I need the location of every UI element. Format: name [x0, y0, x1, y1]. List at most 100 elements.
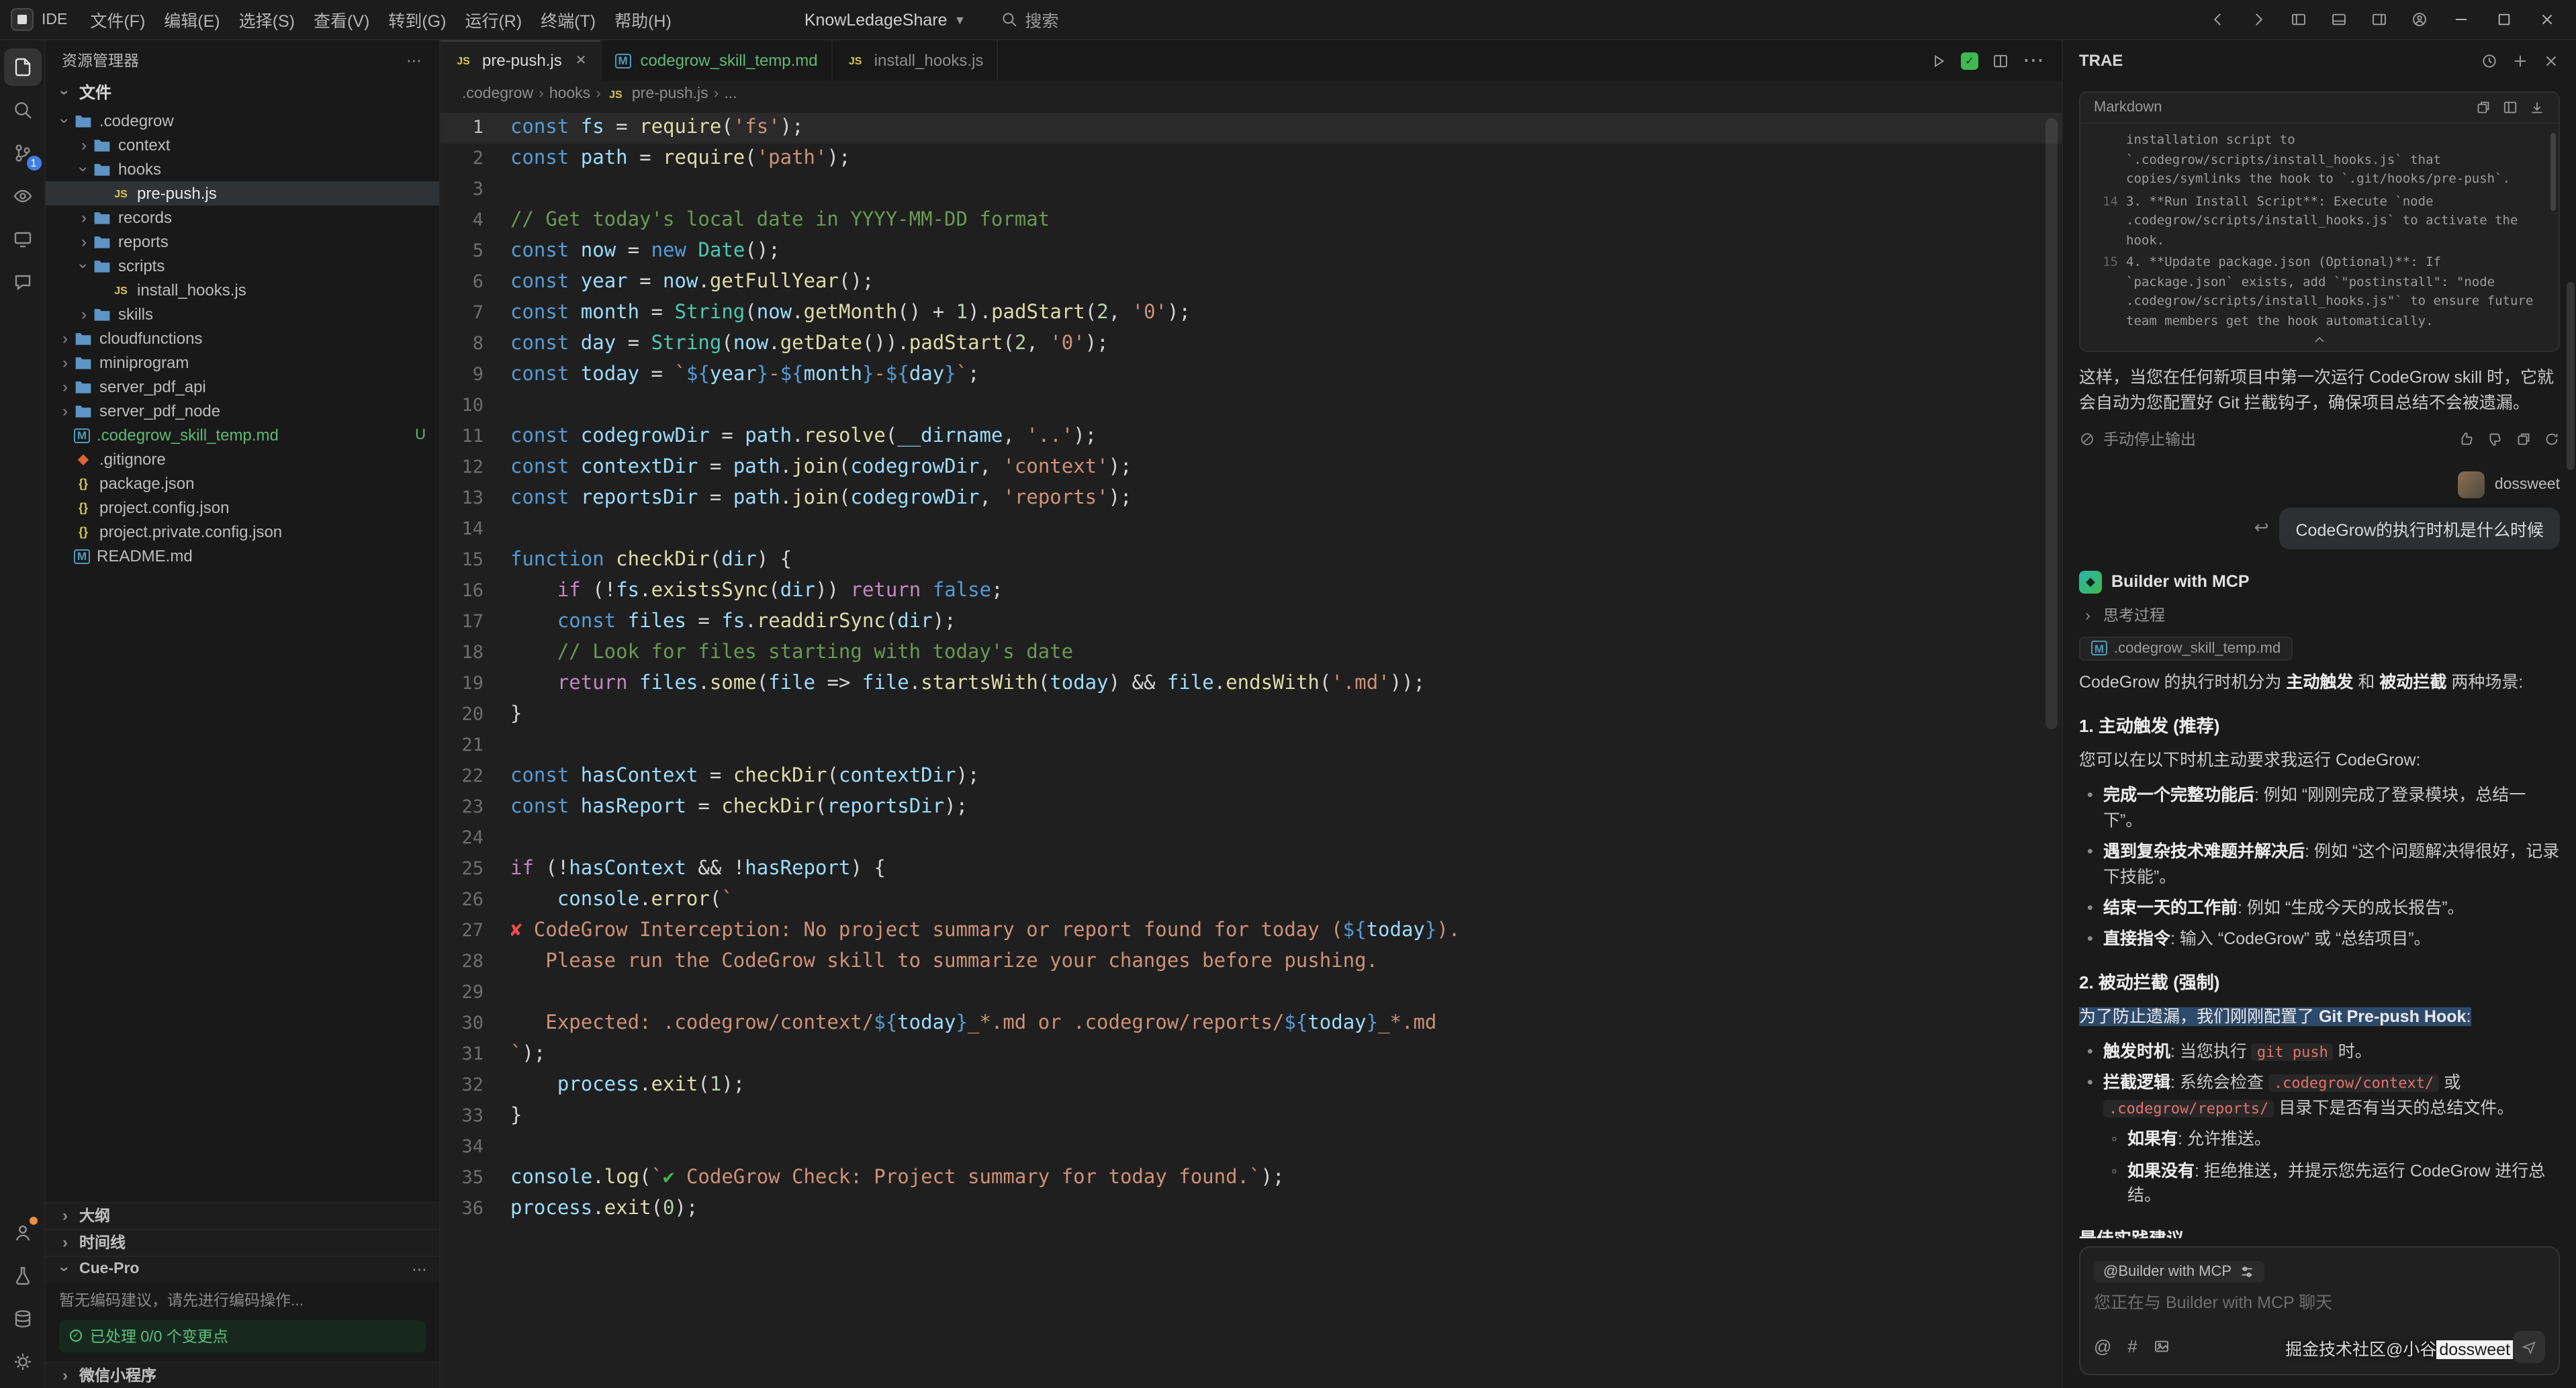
explorer-icon[interactable] [3, 48, 41, 86]
workspace-root[interactable]: › 文件 [46, 78, 439, 109]
thumbs-up-icon[interactable] [2459, 431, 2475, 447]
editor-scrollbar[interactable] [2045, 118, 2058, 729]
code-line[interactable]: 20} [441, 700, 2062, 731]
tree-item-README.md[interactable]: ›MREADME.md [46, 544, 439, 568]
agent-context-chip[interactable]: @Builder with MCP [2094, 1260, 2264, 1282]
code-line[interactable]: 5const now = new Date(); [441, 236, 2062, 267]
tab-install_hooks.js[interactable]: JSinstall_hooks.js [833, 40, 999, 81]
code-line[interactable]: 24 [441, 823, 2062, 854]
toggle-left-sidebar-icon[interactable] [2281, 5, 2315, 34]
history-icon[interactable] [2481, 52, 2498, 69]
code-editor[interactable]: 1const fs = require('fs');2const path = … [441, 107, 2062, 1388]
new-chat-icon[interactable] [2512, 52, 2529, 69]
tree-item-scripts[interactable]: ›scripts [46, 254, 439, 278]
regenerate-icon[interactable] [2544, 431, 2560, 447]
code-line[interactable]: 19 return files.some(file => file.starts… [441, 669, 2062, 700]
search-sidebar-icon[interactable] [3, 91, 41, 129]
tab-codegrow_skill_temp.md[interactable]: Mcodegrow_skill_temp.md [602, 40, 833, 81]
tree-item-.codegrow_skill_temp.md[interactable]: ›M.codegrow_skill_temp.mdU [46, 423, 439, 447]
tree-item-skills[interactable]: ›skills [46, 302, 439, 326]
breadcrumb-item[interactable]: hooks [549, 86, 590, 102]
lab-flask-icon[interactable] [3, 1256, 41, 1294]
code-line[interactable]: 34 [441, 1132, 2062, 1163]
code-line[interactable]: 30 Expected: .codegrow/context/${today}_… [441, 1009, 2062, 1039]
maximize-button[interactable] [2485, 3, 2522, 36]
image-icon[interactable] [2154, 1338, 2171, 1355]
chat-input[interactable] [2094, 1293, 2545, 1311]
outline-section[interactable]: › 大纲 [46, 1201, 439, 1228]
timeline-section[interactable]: › 时间线 [46, 1228, 439, 1255]
tree-item-pre-push.js[interactable]: ›JSpre-push.js [46, 181, 439, 205]
menu-item-2[interactable]: 选择(S) [230, 3, 304, 36]
more-actions-icon[interactable]: ⋯ [2023, 47, 2045, 74]
code-line[interactable]: 7const month = String(now.getMonth() + 1… [441, 298, 2062, 329]
chat-scroll-area[interactable]: Markdown installation script to `.codegr… [2063, 81, 2576, 1238]
nav-back-button[interactable] [2200, 5, 2235, 34]
code-line[interactable]: 3 [441, 175, 2062, 205]
code-line[interactable]: 6const year = now.getFullYear(); [441, 267, 2062, 298]
wechat-miniprogram-section[interactable]: › 微信小程序 [46, 1361, 439, 1388]
toggle-right-sidebar-icon[interactable] [2361, 5, 2396, 34]
code-line[interactable]: 15function checkDir(dir) { [441, 545, 2062, 576]
project-switcher[interactable]: KnowLedageShare ▼ [804, 10, 966, 29]
menu-item-0[interactable]: 文件(F) [81, 3, 154, 36]
code-line[interactable]: 36process.exit(0); [441, 1194, 2062, 1225]
tree-item-reports[interactable]: ›reports [46, 230, 439, 254]
more-actions-icon[interactable]: ⋯ [412, 1260, 428, 1279]
chat-icon[interactable] [3, 263, 41, 301]
code-line[interactable]: 33} [441, 1101, 2062, 1132]
menu-item-3[interactable]: 查看(V) [304, 3, 379, 36]
code-line[interactable]: 23const hasReport = checkDir(reportsDir)… [441, 792, 2062, 823]
code-line[interactable]: 11const codegrowDir = path.resolve(__dir… [441, 422, 2062, 453]
preview-eye-icon[interactable] [3, 177, 41, 215]
send-button[interactable] [2513, 1330, 2545, 1362]
code-line[interactable]: 2const path = require('path'); [441, 144, 2062, 175]
tab-pre-push.js[interactable]: JSpre-push.js✕ [441, 40, 602, 81]
breadcrumb-item[interactable]: ... [724, 86, 737, 102]
settings-gear-icon[interactable] [3, 1342, 41, 1380]
code-line[interactable]: 29 [441, 978, 2062, 1009]
nav-forward-button[interactable] [2240, 5, 2275, 34]
remote-monitor-icon[interactable] [3, 220, 41, 258]
menu-item-6[interactable]: 终端(T) [531, 3, 605, 36]
code-line[interactable]: 13const reportsDir = path.join(codegrowD… [441, 483, 2062, 514]
ai-comment-icon[interactable]: ✓ [1961, 52, 1978, 69]
account-circle-icon[interactable] [2401, 5, 2436, 34]
source-control-icon[interactable]: 1 [3, 134, 41, 172]
tree-item-records[interactable]: ›records [46, 205, 439, 230]
code-line[interactable]: 26 console.error(` [441, 885, 2062, 916]
close-panel-icon[interactable] [2542, 52, 2560, 69]
tree-item-package.json[interactable]: ›{}package.json [46, 471, 439, 496]
code-line[interactable]: 9const today = `${year}-${month}-${day}`… [441, 360, 2062, 391]
code-line[interactable]: 10 [441, 391, 2062, 422]
tree-item-install_hooks.js[interactable]: ›JSinstall_hooks.js [46, 278, 439, 302]
scroll-up-icon[interactable] [2311, 332, 2328, 348]
mention-icon[interactable]: @ [2094, 1336, 2111, 1356]
run-icon[interactable] [1930, 52, 1947, 69]
code-line[interactable]: 17 const files = fs.readdirSync(dir); [441, 607, 2062, 638]
database-icon[interactable] [3, 1299, 41, 1337]
tree-item-project.config.json[interactable]: ›{}project.config.json [46, 496, 439, 520]
hash-icon[interactable]: # [2127, 1336, 2137, 1356]
chat-scrollbar[interactable] [2567, 282, 2575, 470]
quote-reply-icon[interactable]: ↩ [2254, 518, 2269, 539]
code-line[interactable]: 16 if (!fs.existsSync(dir)) return false… [441, 576, 2062, 607]
code-line[interactable]: 8const day = String(now.getDate()).padSt… [441, 329, 2062, 360]
menu-item-5[interactable]: 运行(R) [455, 3, 531, 36]
toggle-bottom-panel-icon[interactable] [2321, 5, 2356, 34]
menu-item-4[interactable]: 转到(G) [379, 3, 455, 36]
tree-item-server_pdf_node[interactable]: ›server_pdf_node [46, 399, 439, 423]
close-window-button[interactable] [2528, 3, 2565, 36]
code-line[interactable]: 1const fs = require('fs'); [441, 113, 2062, 144]
code-line[interactable]: 27✘ CodeGrow Interception: No project su… [441, 916, 2062, 947]
copy-icon[interactable] [2475, 99, 2491, 115]
app-logo-icon[interactable] [11, 8, 34, 31]
tree-item-miniprogram[interactable]: ›miniprogram [46, 351, 439, 375]
minimize-button[interactable] [2442, 3, 2479, 36]
menu-item-1[interactable]: 编辑(E) [154, 3, 229, 36]
card-scrollbar[interactable] [2550, 133, 2556, 211]
code-line[interactable]: 18 // Look for files starting with today… [441, 638, 2062, 669]
code-line[interactable]: 22const hasContext = checkDir(contextDir… [441, 761, 2062, 792]
preview-icon[interactable] [2502, 99, 2518, 115]
file-reference-chip[interactable]: M .codegrow_skill_temp.md [2079, 637, 2293, 661]
